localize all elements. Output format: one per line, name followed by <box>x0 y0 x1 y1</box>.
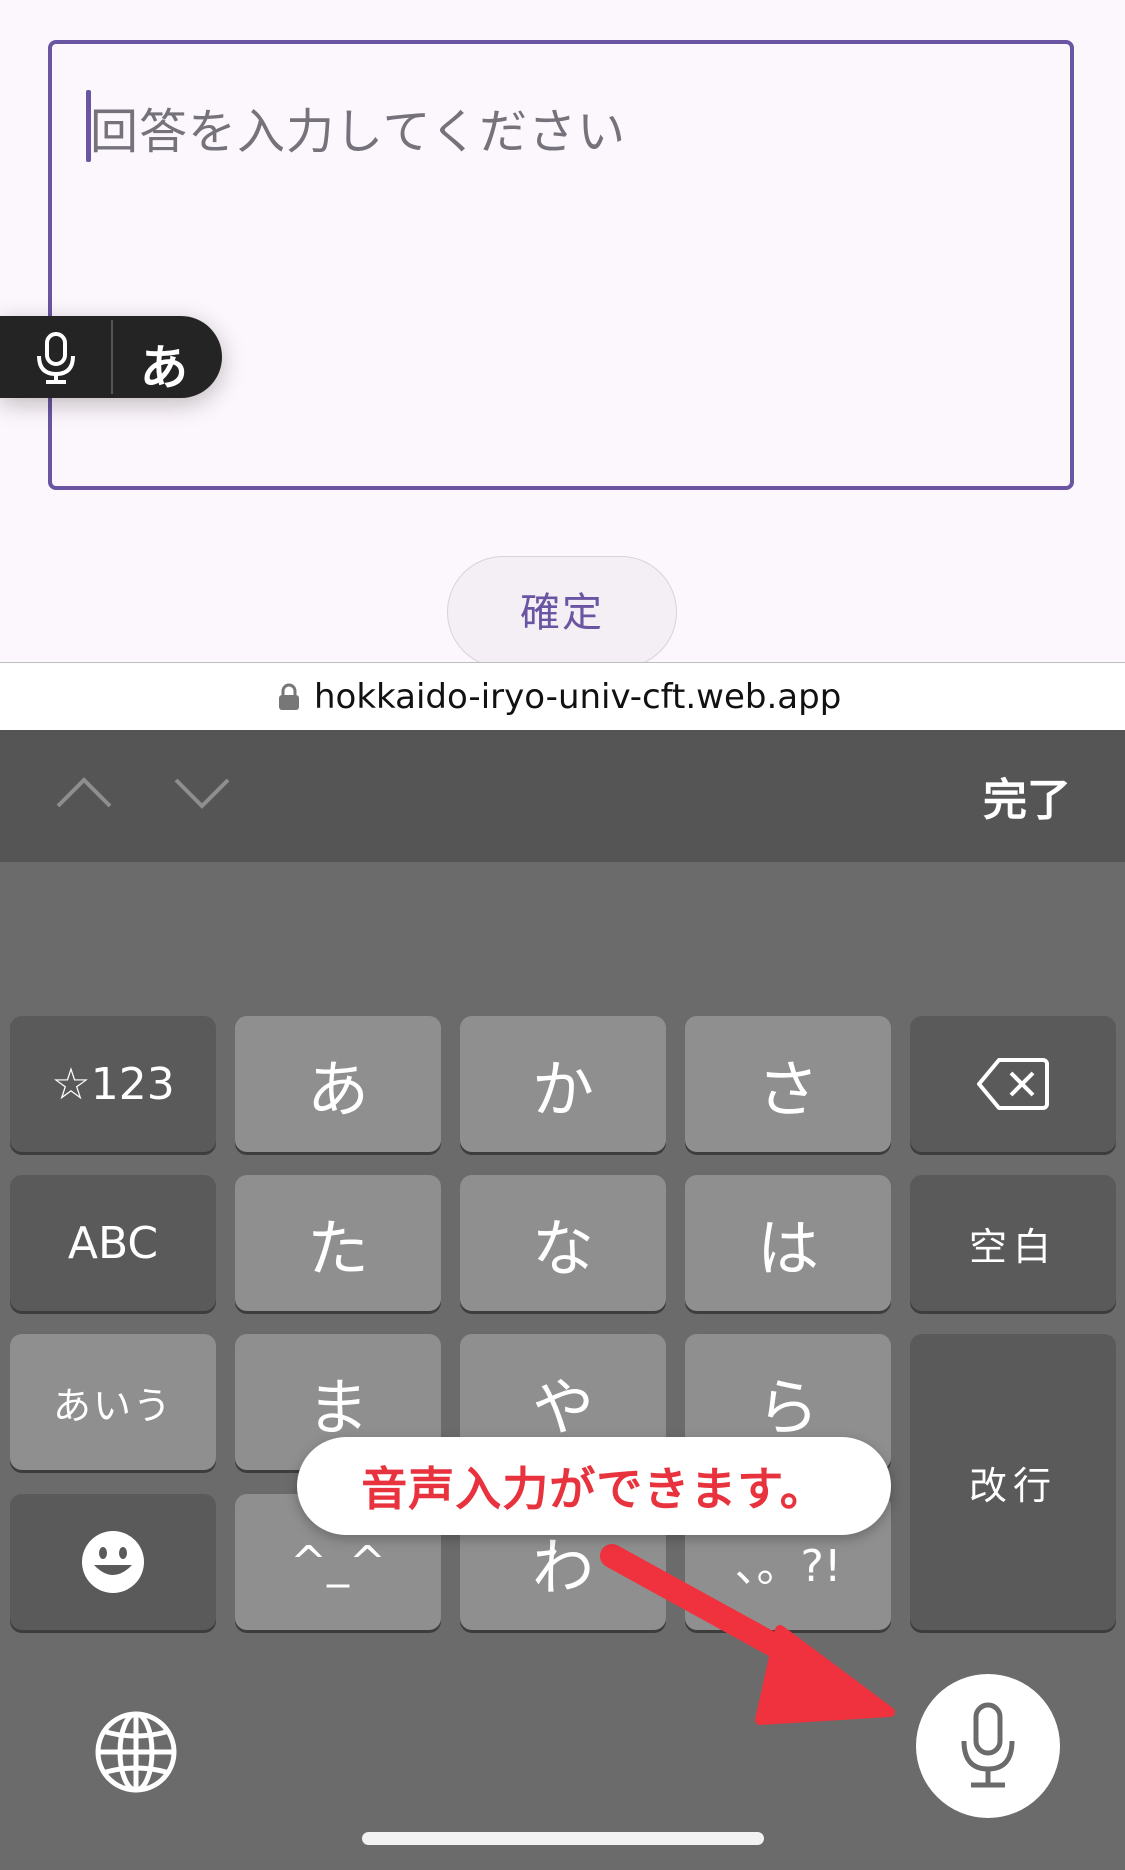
kana-mode-label[interactable]: あ <box>140 328 188 398</box>
key-label: あいう <box>52 1383 173 1428</box>
space-key[interactable]: 空白 <box>910 1175 1116 1311</box>
key-a[interactable]: あ <box>235 1016 441 1152</box>
dictation-button[interactable] <box>916 1674 1060 1818</box>
voice-input-callout: 音声入力ができます。 <box>297 1437 891 1535</box>
globe-icon[interactable] <box>94 1710 178 1794</box>
confirm-button[interactable]: 確定 <box>447 556 677 668</box>
key-label: あ <box>306 1053 369 1126</box>
home-indicator[interactable] <box>362 1832 764 1845</box>
key-ka[interactable]: か <box>460 1016 666 1152</box>
input-mode-toggle[interactable]: あ <box>0 316 222 398</box>
backspace-key[interactable] <box>910 1016 1116 1152</box>
emoji-key[interactable] <box>10 1494 216 1630</box>
microphone-icon <box>961 1702 1015 1788</box>
answer-placeholder: 回答を入力してください <box>90 104 627 160</box>
key-label: は <box>756 1212 819 1285</box>
key-label: な <box>531 1212 594 1285</box>
key-abc[interactable]: ABC <box>10 1175 216 1311</box>
chevron-down-icon[interactable] <box>170 768 234 818</box>
done-button[interactable]: 完了 <box>983 764 1071 828</box>
key-label: 改行 <box>968 1463 1057 1508</box>
answer-textarea[interactable]: 回答を入力してください <box>48 40 1074 490</box>
browser-url-bar[interactable]: hokkaido-iryo-univ-cft.web.app <box>0 662 1125 730</box>
key-kana-mode[interactable]: あいう <box>10 1334 216 1470</box>
toggle-divider <box>111 320 113 394</box>
key-label: ま <box>306 1371 369 1444</box>
key-label: ABC <box>67 1217 159 1269</box>
microphone-icon[interactable] <box>28 330 84 386</box>
key-label: さ <box>756 1053 819 1126</box>
return-key[interactable]: 改行 <box>910 1334 1116 1630</box>
key-sa[interactable]: さ <box>685 1016 891 1152</box>
url-text: hokkaido-iryo-univ-cft.web.app <box>314 677 842 717</box>
key-na[interactable]: な <box>460 1175 666 1311</box>
key-label: た <box>306 1212 369 1285</box>
key-label: ^_^ <box>290 1536 386 1588</box>
key-label: か <box>531 1053 594 1126</box>
key-label: ら <box>756 1371 819 1444</box>
emoji-icon <box>82 1531 144 1593</box>
key-label: ☆123 <box>51 1058 175 1110</box>
backspace-icon <box>977 1058 1049 1110</box>
keyboard-accessory-bar: 完了 <box>0 730 1125 862</box>
app-content: 回答を入力してください あ 確定 <box>0 0 1125 668</box>
chevron-up-icon[interactable] <box>52 768 116 818</box>
key-label: 、。?! <box>734 1541 842 1592</box>
key-ta[interactable]: た <box>235 1175 441 1311</box>
key-symbols[interactable]: ☆123 <box>10 1016 216 1152</box>
key-label: や <box>531 1371 594 1444</box>
key-label: 空白 <box>968 1224 1057 1269</box>
lock-icon <box>279 683 299 710</box>
key-ha[interactable]: は <box>685 1175 891 1311</box>
